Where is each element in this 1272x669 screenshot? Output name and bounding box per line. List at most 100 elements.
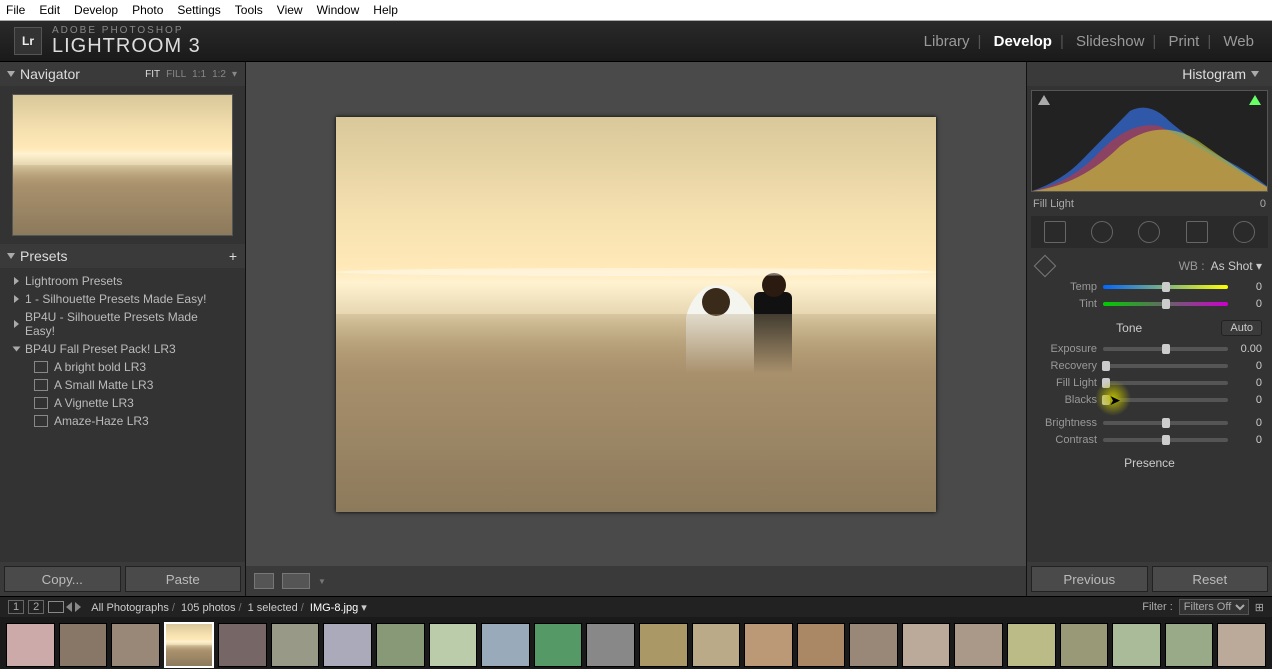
- presets-header[interactable]: Presets +: [0, 244, 245, 268]
- presets-list: Lightroom Presets 1 - Silhouette Presets…: [0, 268, 245, 562]
- filmstrip-thumb[interactable]: [1217, 623, 1266, 667]
- menu-window[interactable]: Window: [317, 3, 360, 17]
- brightness-slider[interactable]: Brightness0: [1037, 414, 1262, 431]
- nav-fit[interactable]: FIT: [145, 69, 160, 80]
- nav-fill[interactable]: FILL: [166, 69, 186, 80]
- auto-tone-button[interactable]: Auto: [1221, 320, 1262, 336]
- disclosure-icon: [7, 253, 15, 259]
- menu-edit[interactable]: Edit: [39, 3, 60, 17]
- navigator-zoom-opts: FIT FILL 1:1 1:2 ▾: [145, 69, 237, 80]
- preset-folder[interactable]: 1 - Silhouette Presets Made Easy!: [0, 290, 245, 308]
- filmstrip-thumb-selected[interactable]: [164, 622, 215, 668]
- menu-tools[interactable]: Tools: [235, 3, 263, 17]
- contrast-slider[interactable]: Contrast0: [1037, 431, 1262, 448]
- filmstrip-thumb[interactable]: [429, 623, 478, 667]
- paste-button[interactable]: Paste: [125, 566, 242, 592]
- menu-file[interactable]: File: [6, 3, 25, 17]
- filmstrip[interactable]: [0, 617, 1272, 669]
- loupe-view-icon[interactable]: [254, 573, 274, 589]
- presets-title: Presets: [20, 248, 67, 264]
- exposure-slider[interactable]: Exposure0.00: [1037, 340, 1262, 357]
- module-develop[interactable]: Develop: [994, 33, 1052, 50]
- filmstrip-thumb[interactable]: [271, 623, 320, 667]
- histogram-graph[interactable]: [1031, 90, 1268, 192]
- filmstrip-thumb[interactable]: [902, 623, 951, 667]
- disclosure-icon: [1251, 71, 1259, 77]
- next-photo-icon[interactable]: [75, 602, 81, 612]
- temp-slider[interactable]: Temp0: [1037, 278, 1262, 295]
- navigator-header[interactable]: Navigator FIT FILL 1:1 1:2 ▾: [0, 62, 245, 86]
- grad-tool-icon[interactable]: [1186, 221, 1208, 243]
- filllight-slider[interactable]: Fill Light0: [1037, 374, 1262, 391]
- filmstrip-path[interactable]: All Photographs/ 105 photos/ 1 selected/…: [91, 601, 367, 614]
- filmstrip-thumb[interactable]: [218, 623, 267, 667]
- nav-1to1[interactable]: 1:1: [192, 69, 206, 80]
- navigator-preview[interactable]: [12, 94, 233, 236]
- prev-photo-icon[interactable]: [66, 602, 72, 612]
- redeye-tool-icon[interactable]: [1138, 221, 1160, 243]
- wb-value[interactable]: As Shot ▾: [1211, 259, 1262, 273]
- module-slideshow[interactable]: Slideshow: [1076, 33, 1144, 50]
- preset-item[interactable]: Amaze-Haze LR3: [0, 412, 245, 430]
- filmstrip-thumb[interactable]: [744, 623, 793, 667]
- filmstrip-thumb[interactable]: [1165, 623, 1214, 667]
- image-canvas[interactable]: [246, 62, 1026, 566]
- filmstrip-thumb[interactable]: [849, 623, 898, 667]
- right-panel: Histogram Fill Light 0: [1026, 62, 1272, 596]
- add-preset-icon[interactable]: +: [229, 248, 237, 264]
- eyedropper-icon[interactable]: [1034, 255, 1057, 278]
- preset-item[interactable]: A bright bold LR3: [0, 358, 245, 376]
- crop-tool-icon[interactable]: [1044, 221, 1066, 243]
- menu-photo[interactable]: Photo: [132, 3, 163, 17]
- preset-item[interactable]: A Small Matte LR3: [0, 376, 245, 394]
- nav-1to2[interactable]: 1:2: [212, 69, 226, 80]
- preset-folder[interactable]: BP4U Fall Preset Pack! LR3: [0, 340, 245, 358]
- filmstrip-thumb[interactable]: [6, 623, 55, 667]
- filmstrip-thumb[interactable]: [954, 623, 1003, 667]
- filmstrip-thumb[interactable]: [534, 623, 583, 667]
- preset-folder[interactable]: Lightroom Presets: [0, 272, 245, 290]
- nav-arrows[interactable]: [66, 602, 81, 612]
- filmstrip-thumb[interactable]: [586, 623, 635, 667]
- recovery-slider[interactable]: Recovery0: [1037, 357, 1262, 374]
- filmstrip-thumb[interactable]: [59, 623, 108, 667]
- filmstrip-thumb[interactable]: [797, 623, 846, 667]
- shadow-clip-icon[interactable]: [1038, 95, 1050, 105]
- filmstrip-thumb[interactable]: [639, 623, 688, 667]
- preset-item[interactable]: A Vignette LR3: [0, 394, 245, 412]
- nav-zoom-menu-icon[interactable]: ▾: [232, 69, 237, 80]
- filmstrip-thumb[interactable]: [1007, 623, 1056, 667]
- spot-tool-icon[interactable]: [1091, 221, 1113, 243]
- menu-settings[interactable]: Settings: [177, 3, 220, 17]
- filmstrip-thumb[interactable]: [111, 623, 160, 667]
- module-web[interactable]: Web: [1223, 33, 1254, 50]
- copy-button[interactable]: Copy...: [4, 566, 121, 592]
- module-print[interactable]: Print: [1169, 33, 1200, 50]
- monitor-1-button[interactable]: 1: [8, 600, 24, 614]
- monitor-2-button[interactable]: 2: [28, 600, 44, 614]
- filmstrip-thumb[interactable]: [692, 623, 741, 667]
- menu-develop[interactable]: Develop: [74, 3, 118, 17]
- before-after-icon[interactable]: [282, 573, 310, 589]
- highlight-clip-icon[interactable]: [1249, 95, 1261, 105]
- filmstrip-thumb[interactable]: [323, 623, 372, 667]
- histogram-header[interactable]: Histogram: [1027, 62, 1272, 86]
- toolbar-menu-icon[interactable]: ▼: [318, 577, 326, 586]
- filmstrip-thumb[interactable]: [481, 623, 530, 667]
- reset-button[interactable]: Reset: [1152, 566, 1269, 592]
- filmstrip-thumb[interactable]: [1112, 623, 1161, 667]
- previous-button[interactable]: Previous: [1031, 566, 1148, 592]
- menu-help[interactable]: Help: [373, 3, 398, 17]
- blacks-slider[interactable]: Blacks0: [1037, 391, 1262, 408]
- grid-icon[interactable]: [48, 601, 64, 613]
- center-toolbar: ▼: [246, 566, 1026, 596]
- filmstrip-thumb[interactable]: [1060, 623, 1109, 667]
- tint-slider[interactable]: Tint0: [1037, 295, 1262, 312]
- preset-folder[interactable]: BP4U - Silhouette Presets Made Easy!: [0, 308, 245, 340]
- module-library[interactable]: Library: [924, 33, 970, 50]
- menu-view[interactable]: View: [277, 3, 303, 17]
- filter-select[interactable]: Filters Off: [1179, 599, 1249, 615]
- filmstrip-thumb[interactable]: [376, 623, 425, 667]
- filter-lock-icon[interactable]: ⊞: [1255, 601, 1264, 614]
- brush-tool-icon[interactable]: [1233, 221, 1255, 243]
